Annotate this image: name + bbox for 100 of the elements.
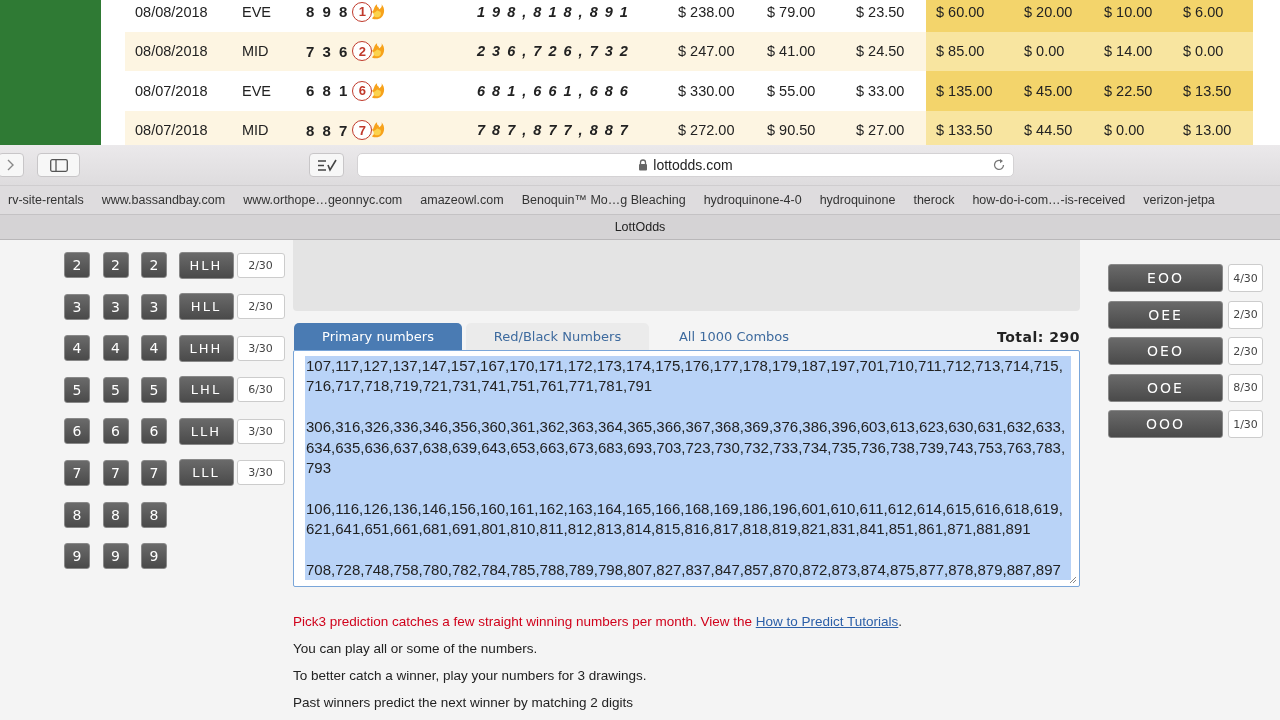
digit-button[interactable]: 8 [141,501,167,528]
amount-cell: $ 10.00 [1094,0,1173,32]
amount-cell-text: $ 79.00 [766,2,817,22]
digit-button[interactable]: 3 [141,293,167,320]
date-cell-text: 08/07/2018 [134,81,209,101]
count-box: 2/30 [236,252,285,278]
count-box: 1/30 [1228,410,1263,438]
bookmark-link[interactable]: how-do-i-com…-is-received [972,193,1126,207]
digit-button[interactable]: 9 [141,543,167,570]
flame-icon [371,2,386,21]
pattern-button[interactable]: HLH [178,251,234,279]
count-box: 3/30 [236,335,285,361]
digit-button[interactable]: 7 [64,459,90,486]
date-cell-text: 08/07/2018 [134,121,209,141]
amount-cell: $ 13.50 [1173,71,1253,111]
hit-badge: 1 [352,1,373,22]
bookmark-link[interactable]: hydroquinone [819,193,896,207]
amount-cell: $ 135.00 [926,71,1014,111]
digit-button[interactable]: 3 [102,293,129,320]
pattern-button[interactable]: LLL [178,459,234,487]
digit-button[interactable]: 2 [64,252,90,278]
bookmark-link[interactable]: amazeowl.com [420,193,504,207]
tab[interactable]: All 1000 Combos [661,323,807,350]
digit-button[interactable]: 9 [102,543,129,570]
combos-cell-text: 1 9 8 , 8 1 8 , 8 9 1 [476,2,631,22]
amount-cell: $ 85.00 [926,31,1014,71]
notice-text: Pick3 prediction catches a few straight winning numbers per month. View the How to Predict Tutorials. [293,614,904,629]
extension-icon [316,158,337,172]
digit-button[interactable]: 6 [102,418,129,445]
amount-cell: $ 14.00 [1094,31,1173,71]
flame-icon [371,42,386,61]
digit-button[interactable]: 8 [64,501,90,528]
tab[interactable]: Red/Black Numbers [466,323,649,350]
pattern-button[interactable]: OEO [1108,337,1223,365]
combos-cell-text: 7 8 7 , 8 7 7 , 8 8 7 [476,121,631,141]
digit-button[interactable]: 3 [64,293,90,320]
amount-cell-text: $ 41.00 [766,42,817,62]
digit-button[interactable]: 6 [141,418,167,445]
hit-badge: 6 [352,80,373,101]
digit-button[interactable]: 6 [64,418,90,445]
digit-button[interactable]: 2 [102,252,129,278]
amount-cell-text: $ 24.50 [855,42,906,62]
bookmark-link[interactable]: verizon-jetpa [1143,193,1215,207]
draw-cell-text: EVE [241,81,272,101]
note-text: To better catch a winner, play your numbers for 3 drawings. [293,668,648,683]
digit-button[interactable]: 9 [64,543,90,570]
pattern-button[interactable]: LLH [178,417,234,445]
count-box: 8/30 [1228,373,1263,402]
digit-button[interactable]: 7 [141,459,167,486]
extension-button[interactable] [309,153,344,177]
hit-badge: 7 [352,120,373,141]
digit-button[interactable]: 4 [64,335,90,362]
draw-cell-text: MID [241,121,270,141]
count-box: 3/30 [236,460,285,486]
amount-cell-text: $ 238.00 [677,2,736,22]
amount-cell: $ 60.00 [926,0,1014,32]
digit-button[interactable]: 2 [141,252,167,278]
pattern-button[interactable]: LHL [178,376,234,404]
bookmark-link[interactable]: rv-site-rentals [8,193,84,207]
digit-button[interactable]: 4 [141,335,167,362]
amount-cell-text: $ 90.50 [766,121,817,141]
pattern-button[interactable]: HLL [178,293,234,321]
digit-button[interactable]: 7 [102,459,129,486]
total-label: Total: 290 [997,328,1080,345]
draw-cell-text: MID [241,42,270,62]
combos-cell-text: 6 8 1 , 6 6 1 , 6 8 6 [476,81,631,101]
address-field[interactable]: lottodds.com [357,153,1014,177]
tab-title: LottOdds [614,220,666,234]
digit-button[interactable]: 5 [141,376,167,403]
digit-button[interactable]: 5 [102,376,129,403]
pattern-button[interactable]: OOO [1108,410,1223,438]
digit-button[interactable]: 4 [102,335,129,362]
sidebar-button[interactable] [37,153,80,177]
draw-cell-text: EVE [241,2,272,22]
digit-button[interactable]: 5 [64,376,90,403]
bookmark-link[interactable]: www.orthope…geonnyc.com [243,193,403,207]
count-box: 4/30 [1228,264,1263,292]
amount-cell-text: $ 272.00 [677,121,736,141]
amount-cell-text: $ 33.00 [855,81,906,101]
pattern-button[interactable]: EOO [1108,264,1223,292]
bookmark-link[interactable]: hydroquinone-4-0 [703,193,802,207]
note-text: Past winners predict the next winner by matching 2 digits [293,695,634,710]
pattern-button[interactable]: OOE [1108,373,1223,402]
browser-tab[interactable]: LottOdds [0,214,1280,240]
bookmark-link[interactable]: www.bassandbay.com [101,193,226,207]
date-cell-text: 08/08/2018 [134,2,209,22]
bookmark-link[interactable]: Benoquin™ Mo…g Bleaching [521,193,686,207]
note-text: You can play all or some of the numbers. [293,641,539,656]
hit-badge: 2 [352,41,373,62]
digit-button[interactable]: 8 [102,501,129,528]
amount-cell: $ 20.00 [1014,0,1094,32]
reload-icon[interactable] [992,158,1006,172]
numbers-text: 107,117,127,137,147,157,167,170,171,172,173,174,175,176,177,178,179,187,197,701,710,711,712,713,714,715,716,717,718,719,721,731,741,751,761,771,781,791 306,316,326,336,346,356,360,361,362,363,364,365,366,367,368,369,376,386,396,603,613,623,630,631,632,633,634,635,636,637,638,639,643,653,663,673,683,693,703,723,730,732,733,734,735,736,738,739,743,753,763,783,793 106,116,126,136,146,156,160,161,162,163,164,165,166,168,169,186,196,601,610,611,612,614,615,616,618,619,621,641,651,661,681,691,801,810,811,812,813,814,815,816,817,818,819,821,831,841,851,861,871,881,891 708,728,748,758,780,782,784,785,788,789,798,807,827,837,847,857,870,872,873,874,875,877,878,879,887,897 [305,356,1071,581]
amount-cell: $ 45.00 [1014,71,1094,111]
amount-cell: $ 0.00 [1094,110,1173,145]
pattern-button[interactable]: LHH [178,334,234,362]
tab[interactable]: Primary numbers [294,323,462,350]
bookmark-link[interactable]: therock [913,193,955,207]
pattern-button[interactable]: OEE [1108,300,1223,329]
resize-grip-icon[interactable] [1069,576,1077,584]
